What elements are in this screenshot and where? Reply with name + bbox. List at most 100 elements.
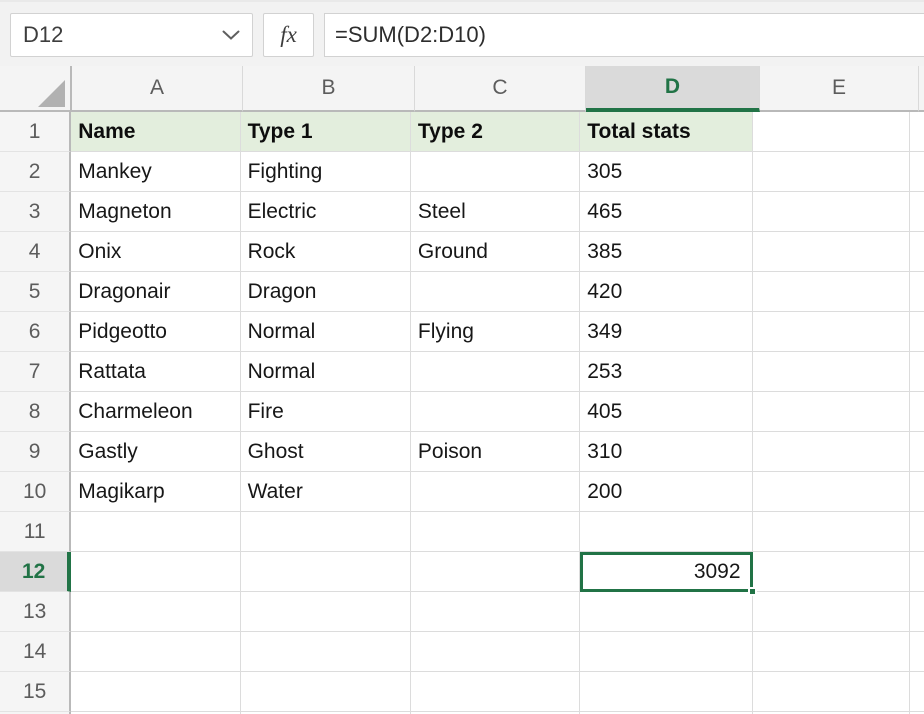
cell-D13[interactable] — [580, 592, 752, 632]
column-header-D[interactable]: D — [586, 66, 760, 112]
cell-B8[interactable]: Fire — [241, 392, 411, 432]
cell-E15[interactable] — [753, 672, 910, 712]
cell-E11[interactable] — [753, 512, 910, 552]
cell-B3[interactable]: Electric — [241, 192, 411, 232]
cell-C6[interactable]: Flying — [411, 312, 580, 352]
cell-E6[interactable] — [753, 312, 910, 352]
cell-A5[interactable]: Dragonair — [71, 272, 240, 312]
cell-E4[interactable] — [753, 232, 910, 272]
cell-A7[interactable]: Rattata — [71, 352, 240, 392]
column-header-B[interactable]: B — [243, 66, 415, 112]
cell-A6[interactable]: Pidgeotto — [71, 312, 240, 352]
cell-B10[interactable]: Water — [241, 472, 411, 512]
cell-A1[interactable]: Name — [71, 112, 240, 152]
row-header-5[interactable]: 5 — [0, 272, 71, 312]
cell-C12[interactable] — [411, 552, 580, 592]
cell-E9[interactable] — [753, 432, 910, 472]
cell-A10[interactable]: Magikarp — [71, 472, 240, 512]
cell-B4[interactable]: Rock — [241, 232, 411, 272]
cell-A14[interactable] — [71, 632, 240, 672]
row-header-2[interactable]: 2 — [0, 152, 71, 192]
cell-A2[interactable]: Mankey — [71, 152, 240, 192]
row-header-4[interactable]: 4 — [0, 232, 71, 272]
cell-A3[interactable]: Magneton — [71, 192, 240, 232]
cell-D11[interactable] — [580, 512, 752, 552]
cell-E8[interactable] — [753, 392, 910, 432]
cell-B1[interactable]: Type 1 — [241, 112, 411, 152]
row-header-1[interactable]: 1 — [0, 112, 71, 152]
cell-D15[interactable] — [580, 672, 752, 712]
cell-D12[interactable]: 3092 — [580, 552, 752, 592]
column-header-E[interactable]: E — [760, 66, 919, 112]
cell-A9[interactable]: Gastly — [71, 432, 240, 472]
cell-B9[interactable]: Ghost — [241, 432, 411, 472]
cell-D2[interactable]: 305 — [580, 152, 752, 192]
cell-B12[interactable] — [241, 552, 411, 592]
cell-E10[interactable] — [753, 472, 910, 512]
select-all-corner[interactable] — [0, 66, 72, 112]
cell-C4[interactable]: Ground — [411, 232, 580, 272]
cell-C11[interactable] — [411, 512, 580, 552]
cell-C10[interactable] — [411, 472, 580, 512]
cell-D4[interactable]: 385 — [580, 232, 752, 272]
cell-A8[interactable]: Charmeleon — [71, 392, 240, 432]
cell-C14[interactable] — [411, 632, 580, 672]
cell-E2[interactable] — [753, 152, 910, 192]
cell-E5[interactable] — [753, 272, 910, 312]
row-header-11[interactable]: 11 — [0, 512, 71, 552]
cell-D1[interactable]: Total stats — [580, 112, 752, 152]
cell-D7[interactable]: 253 — [580, 352, 752, 392]
cell-C7[interactable] — [411, 352, 580, 392]
row-header-3[interactable]: 3 — [0, 192, 71, 232]
insert-function-button[interactable]: fx — [263, 13, 314, 57]
cell-C3[interactable]: Steel — [411, 192, 580, 232]
cell-B14[interactable] — [241, 632, 411, 672]
cell-B11[interactable] — [241, 512, 411, 552]
cell-E1[interactable] — [753, 112, 910, 152]
row-header-14[interactable]: 14 — [0, 632, 71, 672]
row-header-15[interactable]: 15 — [0, 672, 71, 712]
row-header-12[interactable]: 12 — [0, 552, 71, 592]
cell-C2[interactable] — [411, 152, 580, 192]
cell-A13[interactable] — [71, 592, 240, 632]
cell-E3[interactable] — [753, 192, 910, 232]
cell-E7[interactable] — [753, 352, 910, 392]
cell-D3[interactable]: 465 — [580, 192, 752, 232]
fill-handle[interactable] — [748, 587, 757, 596]
column-header-C[interactable]: C — [415, 66, 586, 112]
cell-B15[interactable] — [241, 672, 411, 712]
cell-A11[interactable] — [71, 512, 240, 552]
cell-A12[interactable] — [71, 552, 240, 592]
cell-D6[interactable]: 349 — [580, 312, 752, 352]
cell-D8[interactable]: 405 — [580, 392, 752, 432]
row-header-8[interactable]: 8 — [0, 392, 71, 432]
cell-D9[interactable]: 310 — [580, 432, 752, 472]
row-header-7[interactable]: 7 — [0, 352, 71, 392]
cell-C8[interactable] — [411, 392, 580, 432]
cell-D10[interactable]: 200 — [580, 472, 752, 512]
cell-B7[interactable]: Normal — [241, 352, 411, 392]
formula-input[interactable]: =SUM(D2:D10) — [324, 13, 924, 57]
cell-E12[interactable] — [753, 552, 910, 592]
cell-A15[interactable] — [71, 672, 240, 712]
cell-C9[interactable]: Poison — [411, 432, 580, 472]
name-box[interactable]: D12 — [10, 13, 253, 57]
cell-C5[interactable] — [411, 272, 580, 312]
chevron-down-icon[interactable] — [222, 30, 240, 41]
row-header-13[interactable]: 13 — [0, 592, 71, 632]
cell-B2[interactable]: Fighting — [241, 152, 411, 192]
cell-D5[interactable]: 420 — [580, 272, 752, 312]
cell-E14[interactable] — [753, 632, 910, 672]
cell-C1[interactable]: Type 2 — [411, 112, 580, 152]
cell-D14[interactable] — [580, 632, 752, 672]
row-header-6[interactable]: 6 — [0, 312, 71, 352]
cell-A4[interactable]: Onix — [71, 232, 240, 272]
cell-B6[interactable]: Normal — [241, 312, 411, 352]
row-header-10[interactable]: 10 — [0, 472, 71, 512]
cell-C13[interactable] — [411, 592, 580, 632]
row-header-9[interactable]: 9 — [0, 432, 71, 472]
cell-E13[interactable] — [753, 592, 910, 632]
cell-B13[interactable] — [241, 592, 411, 632]
cell-B5[interactable]: Dragon — [241, 272, 411, 312]
column-header-A[interactable]: A — [72, 66, 243, 112]
